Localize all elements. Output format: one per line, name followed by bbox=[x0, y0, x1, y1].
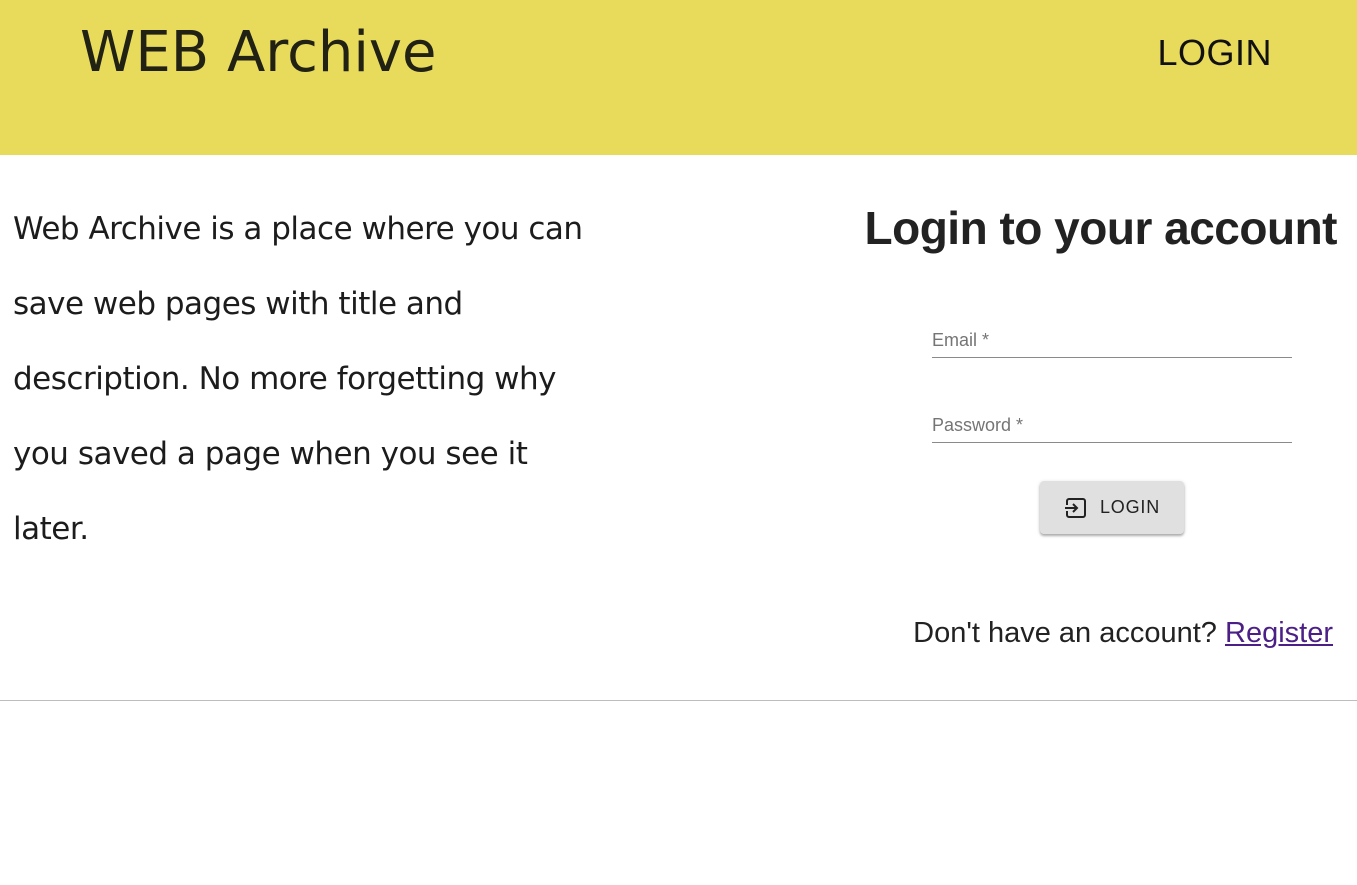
password-field[interactable]: Password * bbox=[932, 403, 1292, 443]
register-prompt-line: Don't have an account? Register bbox=[913, 617, 1333, 650]
login-title: Login to your account bbox=[864, 202, 1338, 254]
password-input[interactable] bbox=[932, 403, 1292, 442]
site-logo[interactable]: WEB Archive bbox=[80, 20, 437, 86]
login-icon bbox=[1063, 496, 1088, 520]
register-prompt: Don't have an account? bbox=[913, 617, 1217, 649]
login-button[interactable]: LOGIN bbox=[1040, 481, 1184, 534]
register-link[interactable]: Register bbox=[1225, 617, 1333, 649]
login-button-label: LOGIN bbox=[1099, 497, 1160, 517]
email-field[interactable]: Email * bbox=[932, 318, 1292, 358]
nav-login-link[interactable]: LOGIN bbox=[1157, 33, 1272, 73]
footer-divider bbox=[0, 700, 1357, 701]
login-panel: Login to your account Email * Password *… bbox=[860, 155, 1357, 700]
header-bar: WEB Archive LOGIN bbox=[0, 0, 1357, 155]
email-input[interactable] bbox=[932, 318, 1292, 357]
intro-text: Web Archive is a place where you can sav… bbox=[13, 211, 583, 547]
